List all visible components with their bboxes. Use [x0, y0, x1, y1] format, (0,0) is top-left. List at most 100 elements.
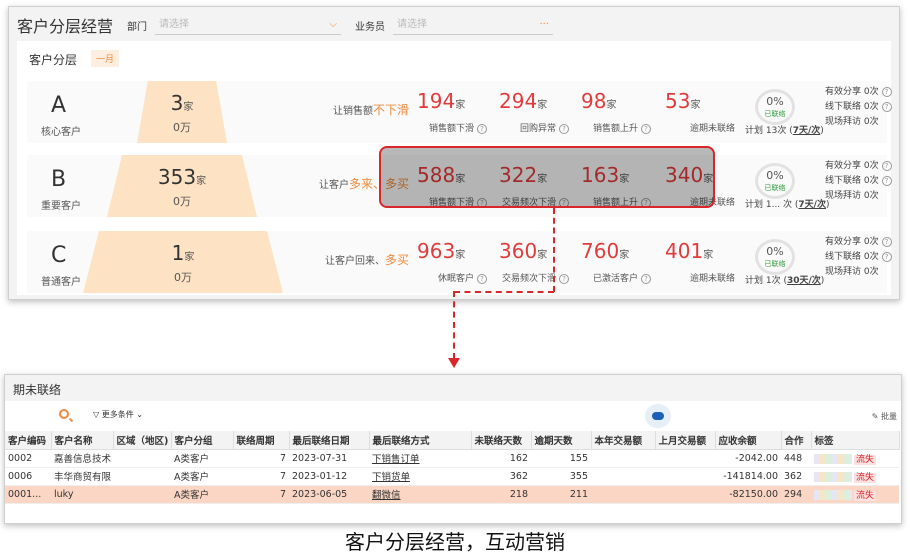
metric-sales-drop[interactable]: 194家 销售额下滑?: [411, 81, 493, 143]
help-icon[interactable]: ?: [559, 274, 569, 284]
customer-table: 客户编码 客户名称 区域（地区) 客户分组 联络周期 最后联络日期 最后联络方式…: [5, 431, 900, 504]
grade-letter: A: [51, 93, 67, 118]
grade-name: 普通客户: [41, 277, 81, 288]
help-icon[interactable]: ?: [477, 124, 487, 134]
column-header[interactable]: 联络周期: [233, 431, 290, 450]
metric-overdue[interactable]: 401家 逾期未联络: [659, 231, 741, 293]
contact-stats: 有效分享 0次? 线下联络 0次? 现场拜访 0次: [825, 159, 892, 204]
status-badge: 流失: [854, 454, 877, 465]
plan-text: 计划 13次 (7天/次): [745, 126, 824, 136]
status-badge: 流失: [854, 490, 877, 501]
tag-chips: [814, 490, 852, 500]
grade-a: A 核心客户: [31, 81, 121, 143]
dashboard-header: 客户分层经营 部门 请选择 ⌵ 业务员 请选择 ···: [9, 7, 899, 43]
help-icon[interactable]: ?: [881, 87, 892, 97]
highlight-box: [379, 146, 715, 208]
column-header[interactable]: 最后联络方式: [369, 431, 472, 450]
search-icon[interactable]: [59, 409, 69, 419]
funnel-block[interactable]: 353家 0万: [107, 155, 257, 217]
metric-repurchase[interactable]: 294家 回购异常?: [493, 81, 575, 143]
grade-name: 核心客户: [41, 127, 81, 138]
connector-line: [553, 208, 555, 292]
table-row[interactable]: 0006 丰华商贸有限 A类客户 7 2023-01-12 下销货单 362 3…: [5, 467, 899, 486]
column-header[interactable]: 客户分组: [171, 431, 234, 450]
segment-title: 客户分层: [29, 53, 78, 67]
segment-row-c: C 普通客户 1家 0万 让客户回来、多买 963家 休眠客户? 360家 交易频次…: [27, 231, 892, 293]
table-header-row: 客户编码 客户名称 区域（地区) 客户分组 联络周期 最后联络日期 最后联络方式…: [5, 431, 900, 450]
contact-method-link[interactable]: 翻微信: [369, 485, 471, 504]
column-header[interactable]: 上月交易额: [655, 431, 716, 450]
column-header[interactable]: 应收余额: [715, 431, 782, 450]
grade-letter: B: [51, 167, 67, 192]
help-icon[interactable]: ?: [881, 237, 892, 247]
overdue-contact-panel: 期未联络 ▽ 更多条件 ⌄ ✎ 批量 客户编码 客户名称 区域（地区) 客户分组…: [4, 374, 902, 524]
panel-title: 期未联络: [5, 375, 901, 401]
connector-line: [454, 291, 554, 293]
metric-dormant[interactable]: 963家 休眠客户?: [411, 231, 493, 293]
help-icon[interactable]: ?: [477, 274, 487, 284]
column-header[interactable]: 未联络天数: [471, 431, 532, 450]
customer-count: 3: [170, 91, 184, 115]
caption: 客户分层经营，互动营销: [345, 530, 565, 554]
help-icon[interactable]: ?: [881, 161, 892, 171]
customer-count: 353: [157, 165, 197, 189]
column-header[interactable]: 标签: [811, 431, 900, 450]
help-icon[interactable]: ?: [881, 102, 892, 112]
customer-amount: 0万: [173, 121, 191, 134]
department-select[interactable]: 请选择 ⌵: [155, 15, 341, 35]
segment-row-a: A 核心客户 3家 0万 让销售额不下滑 194家 销售额下滑? 294家 回购异常…: [27, 81, 892, 143]
filter-icon: ▽: [93, 410, 100, 419]
status-badge: 流失: [854, 472, 877, 483]
contact-method-link[interactable]: 下销货单: [369, 467, 471, 486]
batch-button[interactable]: ✎ 批量: [872, 411, 897, 422]
contact-stats: 有效分享 0次? 线下联络 0次? 现场拜访 0次: [825, 235, 892, 280]
metric-sales-rise[interactable]: 98家 销售额上升?: [575, 81, 657, 143]
metric-activated[interactable]: 760家 已激活客户?: [575, 231, 657, 293]
edit-icon: ✎: [871, 412, 879, 421]
help-icon[interactable]: ?: [881, 176, 892, 186]
customer-amount: 0万: [174, 271, 192, 284]
tag-chips: [814, 454, 852, 464]
column-header[interactable]: 最后联络日期: [289, 431, 370, 450]
funnel-block[interactable]: 3家 0万: [137, 81, 227, 143]
page-title: 客户分层经营: [17, 17, 114, 36]
column-header[interactable]: 客户名称: [51, 431, 114, 450]
grade-b: B 重要客户: [31, 155, 121, 217]
metric-overdue[interactable]: 53家 逾期未联络: [659, 81, 741, 143]
connector-line: [453, 291, 455, 359]
grade-letter: C: [51, 243, 67, 268]
metric-frequency-drop[interactable]: 360家 交易频次下滑?: [493, 231, 575, 293]
arrow-down-icon: [448, 358, 460, 368]
customer-count: 1: [171, 241, 185, 265]
period-badge[interactable]: 一月: [91, 50, 120, 67]
column-header[interactable]: 合作: [781, 431, 812, 450]
salesperson-label: 业务员: [355, 21, 385, 33]
column-header[interactable]: 逾期天数: [531, 431, 592, 450]
customer-amount: 0万: [173, 195, 191, 208]
column-header[interactable]: 客户编码: [5, 431, 52, 450]
more-filters-button[interactable]: ▽ 更多条件 ⌄: [93, 409, 143, 420]
more-icon: ···: [539, 19, 549, 30]
column-header[interactable]: 本年交易额: [591, 431, 656, 450]
contact-stats: 有效分享 0次? 线下联络 0次? 现场拜访 0次: [825, 85, 892, 130]
help-icon[interactable]: ?: [559, 124, 569, 134]
grade-name: 重要客户: [41, 201, 81, 212]
department-label: 部门: [127, 21, 147, 33]
assistant-robot-icon[interactable]: [645, 404, 671, 428]
funnel-block[interactable]: 1家 0万: [83, 231, 283, 293]
column-header[interactable]: 区域（地区): [113, 431, 172, 450]
action-text: 让客户回来、多买: [324, 253, 409, 267]
plan-text: 计划 1次 (30天/次): [745, 276, 825, 286]
table-row[interactable]: 0001... luky A类客户 7 2023-06-05 翻微信 218 2…: [5, 485, 899, 504]
help-icon[interactable]: ?: [641, 124, 651, 134]
help-icon[interactable]: ?: [881, 252, 892, 262]
chevron-down-icon: ⌵: [329, 19, 337, 30]
action-text: 让销售额不下滑: [332, 103, 409, 117]
plan-text: 计划 1... 次 (7天/次): [745, 200, 830, 210]
contact-method-link[interactable]: 下销售订单: [369, 449, 471, 468]
tag-chips: [814, 472, 852, 482]
help-icon[interactable]: ?: [641, 274, 651, 284]
table-row[interactable]: 0002 嘉善信息技术 A类客户 7 2023-07-31 下销售订单 162 …: [5, 449, 899, 468]
table-toolbar: ▽ 更多条件 ⌄ ✎ 批量: [5, 401, 901, 431]
salesperson-select[interactable]: 请选择 ···: [393, 15, 553, 35]
